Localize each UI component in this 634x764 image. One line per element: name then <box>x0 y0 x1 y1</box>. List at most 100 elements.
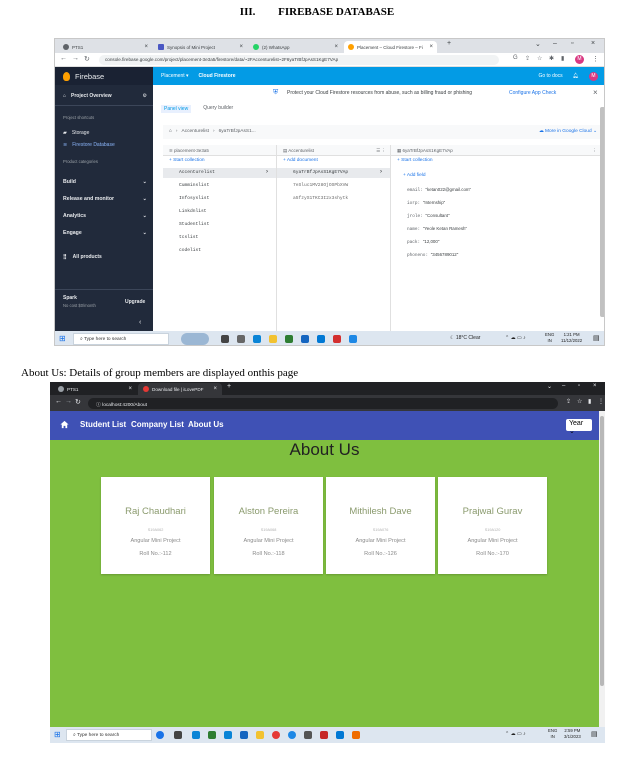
browser-tab[interactable]: PTS1 × <box>59 41 152 53</box>
terminal-icon[interactable] <box>304 731 312 739</box>
file-explorer-icon[interactable] <box>269 335 277 343</box>
task-view-icon[interactable] <box>221 335 229 343</box>
home-icon[interactable] <box>60 420 69 429</box>
taskbar-search[interactable]: ⌕ Type here to search <box>73 333 169 345</box>
start-collection-button[interactable]: + Start collection <box>397 158 433 163</box>
breadcrumb-collection[interactable]: Accenturelist <box>182 129 209 135</box>
more-vert-icon[interactable]: ⋮ <box>593 148 598 154</box>
nav-student-list[interactable]: Student List <box>80 420 126 429</box>
new-tab-icon[interactable]: + <box>227 383 231 390</box>
upgrade-button[interactable]: Upgrade <box>125 299 145 305</box>
url-input[interactable]: console.firebase.google.com/project/plac… <box>99 55 499 65</box>
store-icon[interactable] <box>285 335 293 343</box>
maximize-icon[interactable]: ▫ <box>578 383 580 389</box>
close-window-icon[interactable]: × <box>591 40 595 47</box>
edge-icon[interactable] <box>192 731 200 739</box>
share-icon[interactable]: ⇪ <box>566 398 571 405</box>
close-tab-icon[interactable]: × <box>213 386 217 392</box>
document-item[interactable]: a5fzyS1TKC3I2x3shytk <box>293 196 348 201</box>
close-tab-icon[interactable]: × <box>144 44 148 50</box>
nav-company-list[interactable]: Company List <box>131 420 184 429</box>
collection-item[interactable]: Cumminslist <box>179 183 209 188</box>
app-icon[interactable] <box>352 731 360 739</box>
new-tab-icon[interactable]: + <box>447 40 451 47</box>
year-select[interactable]: Year ⌄ <box>566 419 592 435</box>
back-icon[interactable]: ← <box>60 55 67 62</box>
account-avatar[interactable]: M <box>589 71 598 81</box>
start-collection-button[interactable]: + Start collection <box>169 158 205 163</box>
notification-icon[interactable]: ▤ <box>591 730 598 738</box>
forward-icon[interactable]: → <box>72 55 79 62</box>
forward-icon[interactable]: → <box>65 398 72 405</box>
notifications-icon[interactable]: 🔔︎ <box>573 73 579 79</box>
clock[interactable]: 1:21 PM 11/12/2022 <box>561 332 582 344</box>
breadcrumb-document[interactable]: 6yaTrBfJpAsS1... <box>219 129 256 135</box>
share-icon[interactable]: ⇪ <box>525 55 530 62</box>
chrome-icon[interactable] <box>333 335 341 343</box>
windows-start-icon[interactable]: ⊞ <box>54 730 61 739</box>
home-icon[interactable]: ⌂ <box>169 129 172 135</box>
sidepanel-icon[interactable]: ▮ <box>561 55 564 62</box>
project-overview-item[interactable]: ⌂ Project Overview ⚙ <box>63 93 147 99</box>
tab-panel-view[interactable]: Panel view <box>161 105 192 113</box>
field-row[interactable]: pack: "12,000" <box>407 239 439 245</box>
all-products-item[interactable]: ⣿ All products <box>63 254 102 260</box>
configure-app-check-link[interactable]: Configure App Check <box>509 90 556 96</box>
chrome-icon[interactable] <box>272 731 280 739</box>
back-icon[interactable]: ← <box>55 398 62 405</box>
close-window-icon[interactable]: × <box>593 383 597 389</box>
scrollbar[interactable] <box>600 107 604 317</box>
google-icon[interactable]: G <box>513 55 518 61</box>
task-view-icon[interactable] <box>174 731 182 739</box>
collapse-sidebar-icon[interactable]: ‹ <box>139 319 141 326</box>
collection-item[interactable]: Studentlist <box>179 222 209 227</box>
reload-icon[interactable]: ↻ <box>75 398 81 406</box>
maximize-icon[interactable]: ▫ <box>571 40 573 47</box>
field-row[interactable]: email: "ketan022@gmail.com" <box>407 187 471 193</box>
settings-gear-icon[interactable]: ⚙ <box>143 93 147 99</box>
notification-icon[interactable]: ▤ <box>593 334 600 342</box>
field-row[interactable]: jrole: "Consultant" <box>407 213 450 219</box>
browser-menu-icon[interactable]: ⋮ <box>598 398 604 405</box>
edge-icon[interactable] <box>224 731 232 739</box>
sidebar-item-firestore[interactable]: ≋ Firestore Database <box>63 142 115 148</box>
add-field-button[interactable]: + Add field <box>403 173 426 178</box>
close-tab-icon[interactable]: × <box>334 44 338 50</box>
weather-widget[interactable]: ☾ 18°C Clear <box>450 335 480 341</box>
document-item[interactable]: 7eSluc1MV28OjOSPbXVW <box>293 183 348 188</box>
category-build[interactable]: Build ⌄ <box>63 179 147 185</box>
tab-search-icon[interactable]: ⌄ <box>535 40 541 48</box>
category-analytics[interactable]: Analytics ⌄ <box>63 213 147 219</box>
collection-item[interactable]: Infosyslist <box>179 196 209 201</box>
category-engage[interactable]: Engage ⌄ <box>63 230 147 236</box>
category-release-monitor[interactable]: Release and monitor ⌄ <box>63 196 147 202</box>
close-tab-icon[interactable]: × <box>429 44 433 50</box>
url-input[interactable]: ⓘ localhost:4200/About <box>88 398 558 409</box>
firebase-brand[interactable]: Firebase <box>55 67 153 85</box>
close-banner-icon[interactable]: × <box>593 88 598 97</box>
field-row[interactable]: iorp: "Internship" <box>407 200 445 206</box>
field-row[interactable]: phoneno: "3456789012" <box>407 252 458 258</box>
mail-icon[interactable] <box>301 335 309 343</box>
language-indicator[interactable]: ENG IN <box>545 332 554 344</box>
browser-tab[interactable]: (2) WhatsApp × <box>249 41 342 53</box>
star-icon[interactable]: ☆ <box>577 398 582 405</box>
sidepanel-icon[interactable]: ▮ <box>588 398 591 405</box>
edge-icon[interactable] <box>253 335 261 343</box>
star-icon[interactable]: ☆ <box>537 55 542 62</box>
app-icon[interactable] <box>320 731 328 739</box>
add-document-button[interactable]: + Add document <box>283 158 318 163</box>
system-tray-icons[interactable]: ⌃ ☁ ▭ ♪ <box>505 731 526 737</box>
app-icon[interactable] <box>349 335 357 343</box>
browser-tab[interactable]: Synopsis of Mini Project × <box>154 41 247 53</box>
tab-query-builder[interactable]: Query builder <box>203 105 233 113</box>
more-in-google-cloud-link[interactable]: ☁ More in Google Cloud ⌄ <box>539 129 597 135</box>
vscode-icon[interactable] <box>336 731 344 739</box>
clock[interactable]: 2:59 PM 3/1/2023 <box>564 728 581 740</box>
store-icon[interactable] <box>208 731 216 739</box>
browser-tab-active[interactable]: Placement – Cloud Firestore – Fi × <box>344 41 437 53</box>
app-icon[interactable] <box>288 731 296 739</box>
mail-icon[interactable] <box>240 731 248 739</box>
document-item[interactable]: 6yaTrBfJpAsS1KgE7VAp <box>293 170 348 175</box>
tab-search-icon[interactable]: ⌄ <box>547 383 552 390</box>
